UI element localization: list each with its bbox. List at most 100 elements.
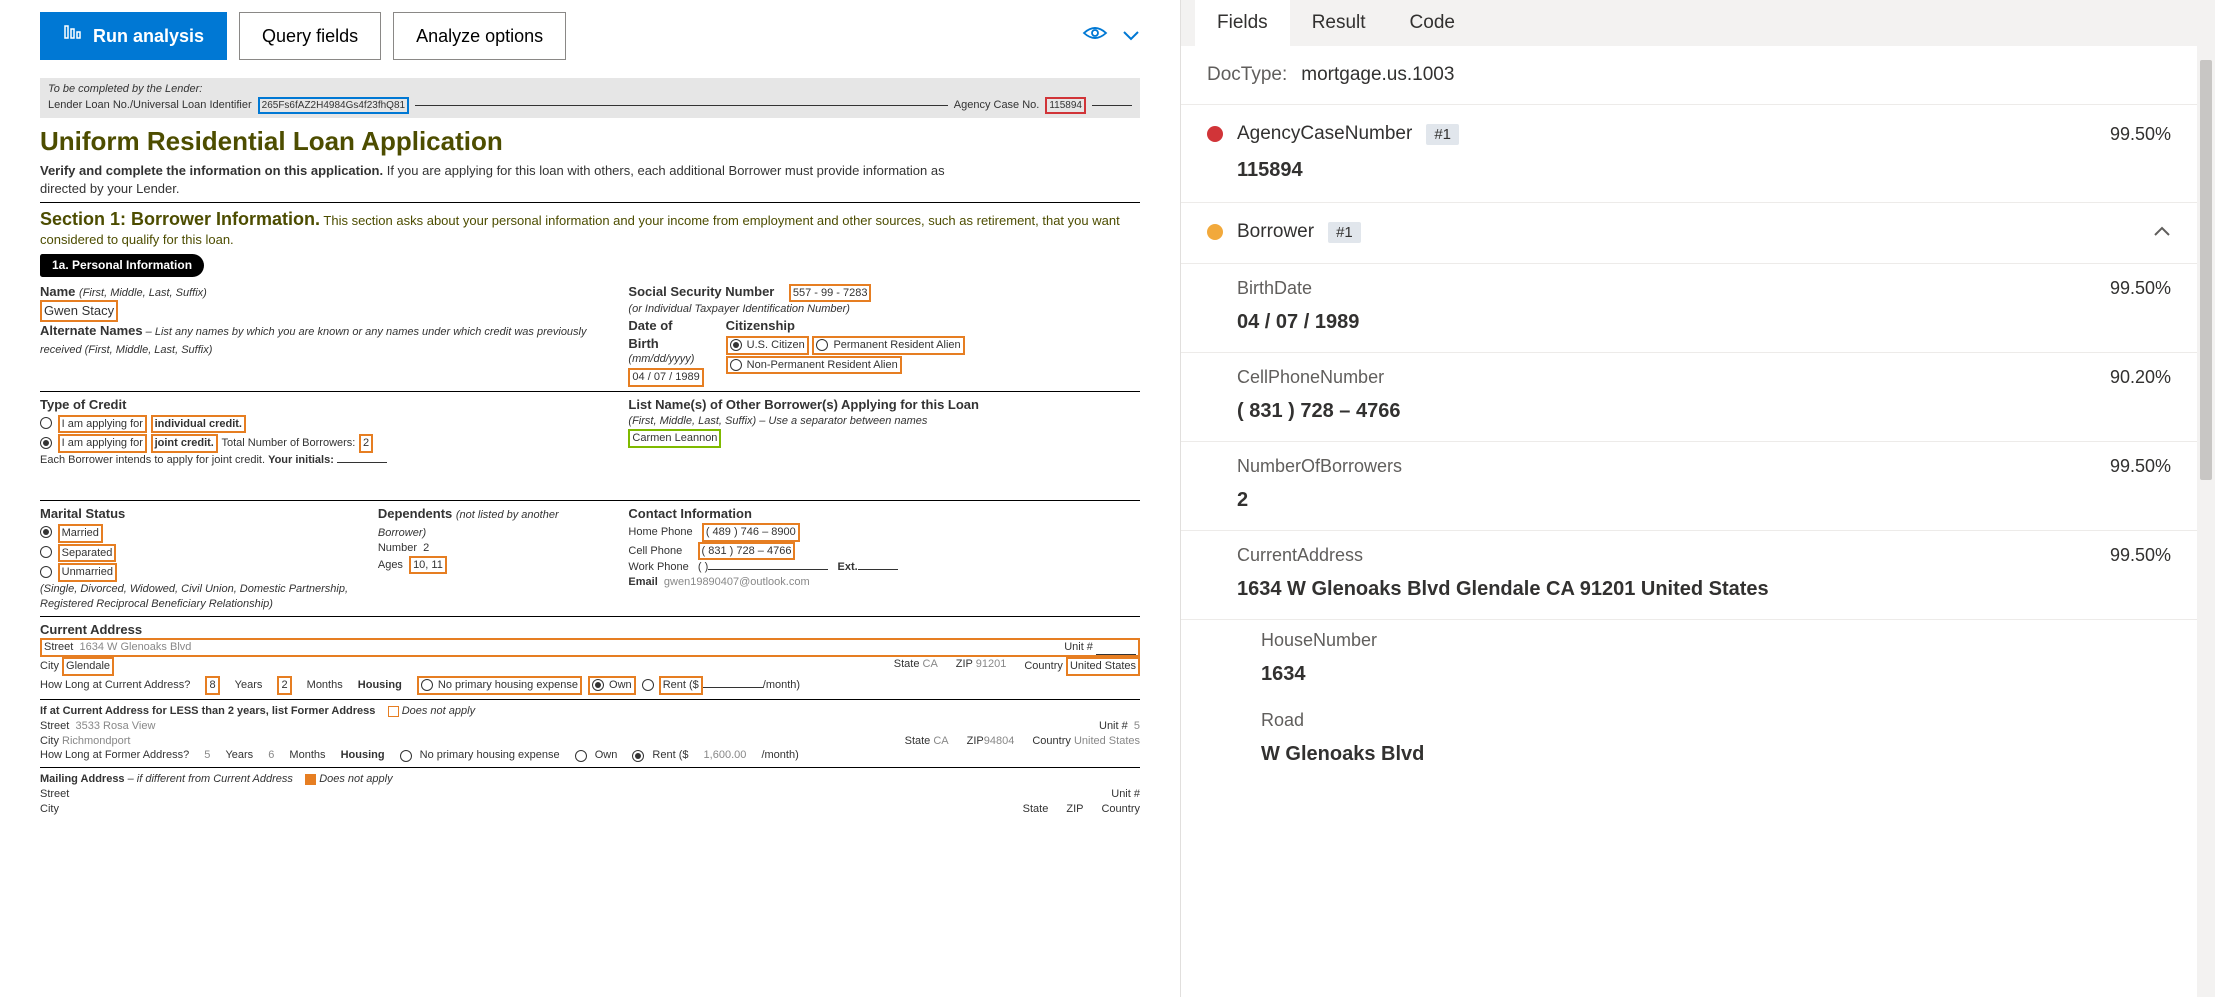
- tab-code[interactable]: Code: [1388, 0, 1477, 46]
- marital-label: Marital Status: [40, 505, 358, 523]
- curr-addr-row1: Street 1634 W Glenoaks Blvd Unit #: [40, 638, 1140, 657]
- tc-individual: I am applying for individual credit.: [40, 414, 608, 434]
- subfield-confidence: 99.50%: [2110, 456, 2171, 477]
- subfield-cellphone[interactable]: CellPhoneNumber 90.20% ( 831 ) 728 – 4766: [1181, 353, 2197, 442]
- mailing-row2: City State ZIP Country: [40, 802, 1140, 817]
- scrollbar[interactable]: [2197, 0, 2215, 997]
- lender-prefix: To be completed by the Lender:: [48, 82, 1132, 97]
- subsub-label: Road: [1261, 710, 1304, 731]
- subfield-value: 1634 W Glenoaks Blvd Glendale CA 91201 U…: [1237, 578, 2171, 601]
- chevron-up-icon[interactable]: [2153, 222, 2171, 243]
- subfield-currentaddress[interactable]: CurrentAddress 99.50% 1634 W Glenoaks Blv…: [1181, 531, 2197, 620]
- tab-result[interactable]: Result: [1290, 0, 1388, 46]
- agency-case-value: 115894: [1045, 97, 1086, 115]
- former-label: If at Current Address for LESS than 2 ye…: [40, 704, 1140, 719]
- subfield-label: CurrentAddress: [1237, 545, 1363, 566]
- query-fields-button[interactable]: Query fields: [239, 12, 381, 60]
- cell-phone: Cell Phone ( 831 ) 728 – 4766: [628, 542, 1140, 561]
- contact-label: Contact Information: [628, 505, 1140, 523]
- toolbar: Run analysis Query fields Analyze option…: [40, 12, 1140, 60]
- marital-unmarried: Unmarried: [40, 562, 358, 582]
- type-credit-label: Type of Credit: [40, 396, 608, 414]
- field-agency[interactable]: AgencyCaseNumber #1 99.50% 115894: [1181, 105, 2197, 203]
- run-analysis-label: Run analysis: [93, 26, 204, 47]
- curr-addr-label: Current Address: [40, 621, 1140, 639]
- section-pill-1a: 1a. Personal Information: [40, 254, 204, 276]
- analysis-icon: [63, 24, 83, 49]
- citizen-label: Citizenship: [726, 317, 1140, 335]
- dependents-label: Dependents: [378, 506, 452, 521]
- instruct: Verify and complete the information on t…: [40, 162, 960, 197]
- curr-addr-row2: City Glendale State CA ZIP 91201 Country…: [40, 657, 1140, 676]
- field-badge: #1: [1426, 124, 1459, 145]
- name-value: Gwen Stacy: [40, 300, 118, 322]
- doc-title: Uniform Residential Loan Application: [40, 124, 1140, 159]
- subfield-confidence: 99.50%: [2110, 278, 2171, 299]
- tabs: Fields Result Code: [1181, 0, 2197, 46]
- eye-icon[interactable]: [1082, 23, 1108, 49]
- results-body: DocType: mortgage.us.1003 AgencyCaseNumb…: [1181, 46, 2197, 997]
- former-row1: Street 3533 Rosa ViewUnit # 5: [40, 719, 1140, 734]
- tab-fields[interactable]: Fields: [1195, 0, 1290, 46]
- subsub-value: 1634: [1261, 663, 2171, 686]
- mailing-label: Mailing Address – if different from Curr…: [40, 772, 1140, 787]
- lender-loan-value: 265Fs6fAZ2H4984Gs4f23fhQ81: [258, 97, 409, 115]
- subfield-value: 2: [1237, 489, 2171, 512]
- former-row2: City Richmondport State CA ZIP94804 Coun…: [40, 734, 1140, 749]
- agency-case-label: Agency Case No.: [954, 98, 1040, 113]
- field-name: Borrower: [1237, 221, 1314, 243]
- home-phone: Home Phone ( 489 ) 746 – 8900: [628, 523, 1140, 542]
- subfield-label: NumberOfBorrowers: [1237, 456, 1402, 477]
- scrollbar-thumb[interactable]: [2200, 60, 2212, 480]
- subfield-value: ( 831 ) 728 – 4766: [1237, 400, 2171, 423]
- borrowers-count: 2: [359, 434, 373, 453]
- subfield-birthdate[interactable]: BirthDate99.50% 04 / 07 / 1989: [1181, 264, 2197, 353]
- work-phone: Work Phone ( ) Ext.: [628, 560, 1140, 575]
- field-confidence: 99.50%: [2110, 124, 2171, 145]
- citizen-perm: Permanent Resident Alien: [812, 336, 964, 355]
- document-preview: To be completed by the Lender: Lender Lo…: [40, 78, 1140, 817]
- marital-married: Married: [40, 523, 358, 543]
- dot-icon: [1207, 126, 1223, 142]
- former-howlong: How Long at Former Address? 5 Years 6 Mo…: [40, 748, 1140, 763]
- section1-head: Section 1: Borrower Information. This se…: [40, 207, 1140, 249]
- subfield-label: CellPhoneNumber: [1237, 367, 1384, 388]
- subsub-road[interactable]: Road W Glenoaks Blvd: [1181, 700, 2197, 780]
- citizen-us: U.S. Citizen: [726, 336, 809, 355]
- tc-joint: I am applying for joint credit. Total Nu…: [40, 433, 608, 453]
- email: Email gwen19890407@outlook.com: [628, 575, 1140, 590]
- marital-separated: Separated: [40, 543, 358, 563]
- field-value: 115894: [1237, 159, 2171, 182]
- dob-label: Date of Birth: [628, 317, 705, 352]
- other-borrowers-value: Carmen Leannon: [628, 429, 721, 448]
- subfield-confidence: 90.20%: [2110, 367, 2171, 388]
- dep-number: Number 2: [378, 541, 609, 556]
- name-label: Name: [40, 284, 75, 299]
- subsub-housenumber[interactable]: HouseNumber 1634: [1181, 620, 2197, 700]
- other-borrowers-label: List Name(s) of Other Borrower(s) Applyi…: [628, 396, 1140, 414]
- field-borrower[interactable]: Borrower #1: [1181, 203, 2197, 264]
- ssn-label: Social Security Number: [628, 284, 774, 299]
- run-analysis-button[interactable]: Run analysis: [40, 12, 227, 60]
- curr-howlong: How Long at Current Address? 8 Years 2 M…: [40, 676, 1140, 695]
- field-name: AgencyCaseNumber: [1237, 123, 1412, 145]
- tc-initials: Each Borrower intends to apply for joint…: [40, 453, 608, 468]
- doctype-value: mortgage.us.1003: [1301, 64, 1454, 86]
- subfield-value: 04 / 07 / 1989: [1237, 311, 2171, 334]
- subfield-numborrowers[interactable]: NumberOfBorrowers 99.50% 2: [1181, 442, 2197, 531]
- dep-ages: Ages 10, 11: [378, 556, 609, 575]
- subfield-confidence: 99.50%: [2110, 545, 2171, 566]
- alt-names-label: Alternate Names: [40, 323, 143, 338]
- subsub-value: W Glenoaks Blvd: [1261, 743, 2171, 766]
- chevron-down-icon[interactable]: [1122, 25, 1140, 48]
- dob-value: 04 / 07 / 1989: [628, 368, 703, 387]
- analyze-options-button[interactable]: Analyze options: [393, 12, 566, 60]
- citizen-nonperm: Non-Permanent Resident Alien: [726, 356, 902, 375]
- doctype-label: DocType:: [1207, 64, 1287, 86]
- doctype-row: DocType: mortgage.us.1003: [1181, 46, 2197, 105]
- dot-icon: [1207, 224, 1223, 240]
- lender-loan-label: Lender Loan No./Universal Loan Identifie…: [48, 98, 252, 113]
- subsub-label: HouseNumber: [1261, 630, 1377, 651]
- ssn-value: 557 - 99 - 7283: [789, 284, 872, 303]
- mailing-row1: StreetUnit #: [40, 787, 1140, 802]
